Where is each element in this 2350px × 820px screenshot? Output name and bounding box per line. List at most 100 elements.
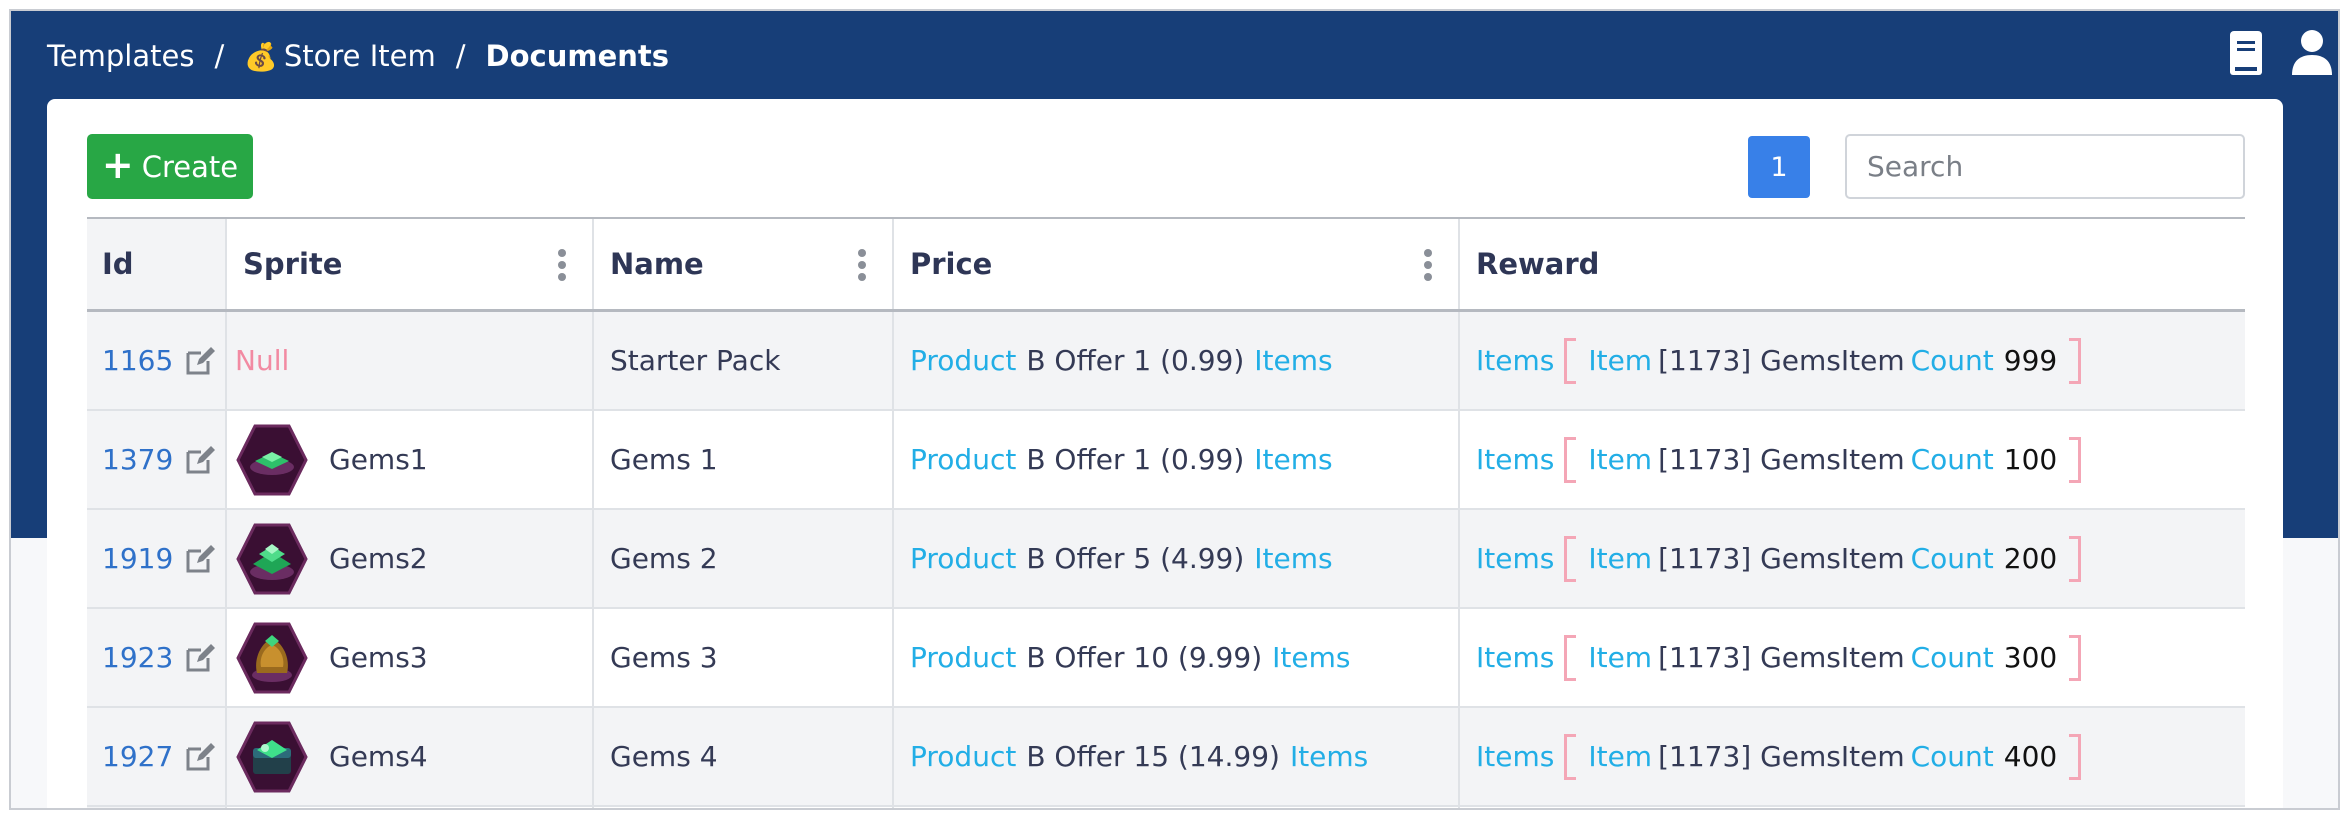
pagination-page-1[interactable]: 1 bbox=[1748, 136, 1810, 198]
column-header-reward-label: Reward bbox=[1476, 247, 1600, 281]
bracket-close bbox=[2069, 436, 2082, 483]
document-id-link[interactable]: 1165 bbox=[102, 344, 173, 377]
reward-items-link[interactable]: Items bbox=[1476, 344, 1554, 377]
price-product-link[interactable]: Product bbox=[910, 641, 1016, 674]
sprite-name: Gems2 bbox=[329, 542, 428, 575]
edit-icon[interactable] bbox=[183, 542, 217, 576]
price-items-link[interactable]: Items bbox=[1254, 443, 1332, 476]
breadcrumb-store-item[interactable]: 💰 Store Item bbox=[244, 39, 436, 73]
reward-item-text: [1173] GemsItem bbox=[1658, 641, 1905, 674]
price-product-link[interactable]: Product bbox=[910, 344, 1016, 377]
table-row bbox=[87, 807, 2245, 808]
price-product-link[interactable]: Product bbox=[910, 740, 1016, 773]
bracket-close bbox=[2069, 337, 2082, 384]
column-menu-icon[interactable] bbox=[558, 249, 566, 281]
sprite-name: Gems3 bbox=[329, 641, 428, 674]
reward-items-link[interactable]: Items bbox=[1476, 542, 1554, 575]
id-cell: 1923 bbox=[87, 609, 227, 706]
sprite-name: Gems1 bbox=[329, 443, 428, 476]
reward-count-link[interactable]: Count bbox=[1911, 344, 1994, 377]
reward-items-link[interactable]: Items bbox=[1476, 740, 1554, 773]
create-button-label: Create bbox=[141, 149, 239, 184]
reward-count-value: 999 bbox=[2003, 344, 2058, 377]
reward-item-text: [1173] GemsItem bbox=[1658, 344, 1905, 377]
document-id-link[interactable]: 1919 bbox=[102, 542, 173, 575]
breadcrumb-separator: / bbox=[455, 39, 466, 73]
price-items-link[interactable]: Items bbox=[1290, 740, 1368, 773]
price-product-link[interactable]: Product bbox=[910, 443, 1016, 476]
price-cell: Product B Offer 10 (9.99) Items bbox=[894, 609, 1460, 706]
column-header-id[interactable]: Id bbox=[87, 219, 227, 309]
documents-table: Id Sprite Name Price Reward 1165 Null St… bbox=[87, 217, 2245, 808]
reward-count-value: 200 bbox=[2003, 542, 2058, 575]
gems4-sprite-image bbox=[236, 721, 308, 792]
name-cell: Gems 2 bbox=[594, 510, 894, 607]
document-id-link[interactable]: 1923 bbox=[102, 641, 173, 674]
sprite-cell: Gems2 bbox=[227, 510, 594, 607]
document-id-link[interactable]: 1379 bbox=[102, 443, 173, 476]
breadcrumb-documents: Documents bbox=[485, 39, 670, 73]
reward-cell: Items Item [1173] GemsItem Count 999 bbox=[1460, 312, 2245, 409]
reward-item-link[interactable]: Item bbox=[1588, 740, 1652, 773]
bracket-open bbox=[1564, 337, 1577, 384]
reward-items-link[interactable]: Items bbox=[1476, 641, 1554, 674]
column-menu-icon[interactable] bbox=[858, 249, 866, 281]
name-cell: Gems 1 bbox=[594, 411, 894, 508]
edit-icon[interactable] bbox=[183, 641, 217, 675]
price-items-link[interactable]: Items bbox=[1272, 641, 1350, 674]
create-button[interactable]: + Create bbox=[87, 134, 253, 199]
column-header-sprite-label: Sprite bbox=[243, 247, 343, 281]
price-offer-text: B Offer 15 (14.99) bbox=[1026, 740, 1280, 773]
column-header-price[interactable]: Price bbox=[894, 219, 1460, 309]
table-row: 1919 Gems2 Gems 2 Product B Offer 5 (4.9… bbox=[87, 510, 2245, 609]
reward-cell: Items Item [1173] GemsItem Count 200 bbox=[1460, 510, 2245, 607]
book-icon[interactable] bbox=[2224, 27, 2268, 79]
price-cell: Product B Offer 1 (0.99) Items bbox=[894, 411, 1460, 508]
gems3-sprite-image bbox=[236, 622, 308, 693]
price-cell: Product B Offer 5 (4.99) Items bbox=[894, 510, 1460, 607]
id-cell: 1379 bbox=[87, 411, 227, 508]
reward-count-link[interactable]: Count bbox=[1911, 641, 1994, 674]
reward-count-value: 400 bbox=[2003, 740, 2058, 773]
reward-count-value: 300 bbox=[2003, 641, 2058, 674]
reward-item-link[interactable]: Item bbox=[1588, 641, 1652, 674]
reward-count-value: 100 bbox=[2003, 443, 2058, 476]
price-items-link[interactable]: Items bbox=[1254, 542, 1332, 575]
price-product-link[interactable]: Product bbox=[910, 542, 1016, 575]
edit-icon[interactable] bbox=[183, 344, 217, 378]
reward-item-link[interactable]: Item bbox=[1588, 344, 1652, 377]
plus-icon: + bbox=[101, 143, 134, 187]
user-icon[interactable] bbox=[2290, 27, 2334, 79]
reward-item-text: [1173] GemsItem bbox=[1658, 740, 1905, 773]
reward-cell: Items Item [1173] GemsItem Count 300 bbox=[1460, 609, 2245, 706]
null-value: Null bbox=[235, 344, 290, 377]
breadcrumb-templates[interactable]: Templates bbox=[47, 39, 194, 73]
bracket-close bbox=[2069, 733, 2082, 780]
price-offer-text: B Offer 1 (0.99) bbox=[1026, 443, 1245, 476]
search-input[interactable] bbox=[1845, 134, 2245, 199]
reward-count-link[interactable]: Count bbox=[1911, 443, 1994, 476]
reward-count-link[interactable]: Count bbox=[1911, 542, 1994, 575]
name-cell: Gems 3 bbox=[594, 609, 894, 706]
column-header-reward[interactable]: Reward bbox=[1460, 219, 2245, 309]
id-cell: 1927 bbox=[87, 708, 227, 805]
reward-item-link[interactable]: Item bbox=[1588, 542, 1652, 575]
reward-item-link[interactable]: Item bbox=[1588, 443, 1652, 476]
edit-icon[interactable] bbox=[183, 740, 217, 774]
reward-item-text: [1173] GemsItem bbox=[1658, 542, 1905, 575]
reward-items-link[interactable]: Items bbox=[1476, 443, 1554, 476]
table-header-row: Id Sprite Name Price Reward bbox=[87, 219, 2245, 312]
column-header-name[interactable]: Name bbox=[594, 219, 894, 309]
column-menu-icon[interactable] bbox=[1424, 249, 1432, 281]
reward-count-link[interactable]: Count bbox=[1911, 740, 1994, 773]
price-offer-text: B Offer 10 (9.99) bbox=[1026, 641, 1263, 674]
id-cell: 1919 bbox=[87, 510, 227, 607]
gems1-sprite-image bbox=[236, 424, 308, 495]
breadcrumb-separator: / bbox=[214, 39, 225, 73]
column-header-sprite[interactable]: Sprite bbox=[227, 219, 594, 309]
price-items-link[interactable]: Items bbox=[1254, 344, 1332, 377]
item-name: Gems 3 bbox=[610, 641, 718, 674]
document-id-link[interactable]: 1927 bbox=[102, 740, 173, 773]
sprite-cell: Null bbox=[227, 312, 594, 409]
edit-icon[interactable] bbox=[183, 443, 217, 477]
